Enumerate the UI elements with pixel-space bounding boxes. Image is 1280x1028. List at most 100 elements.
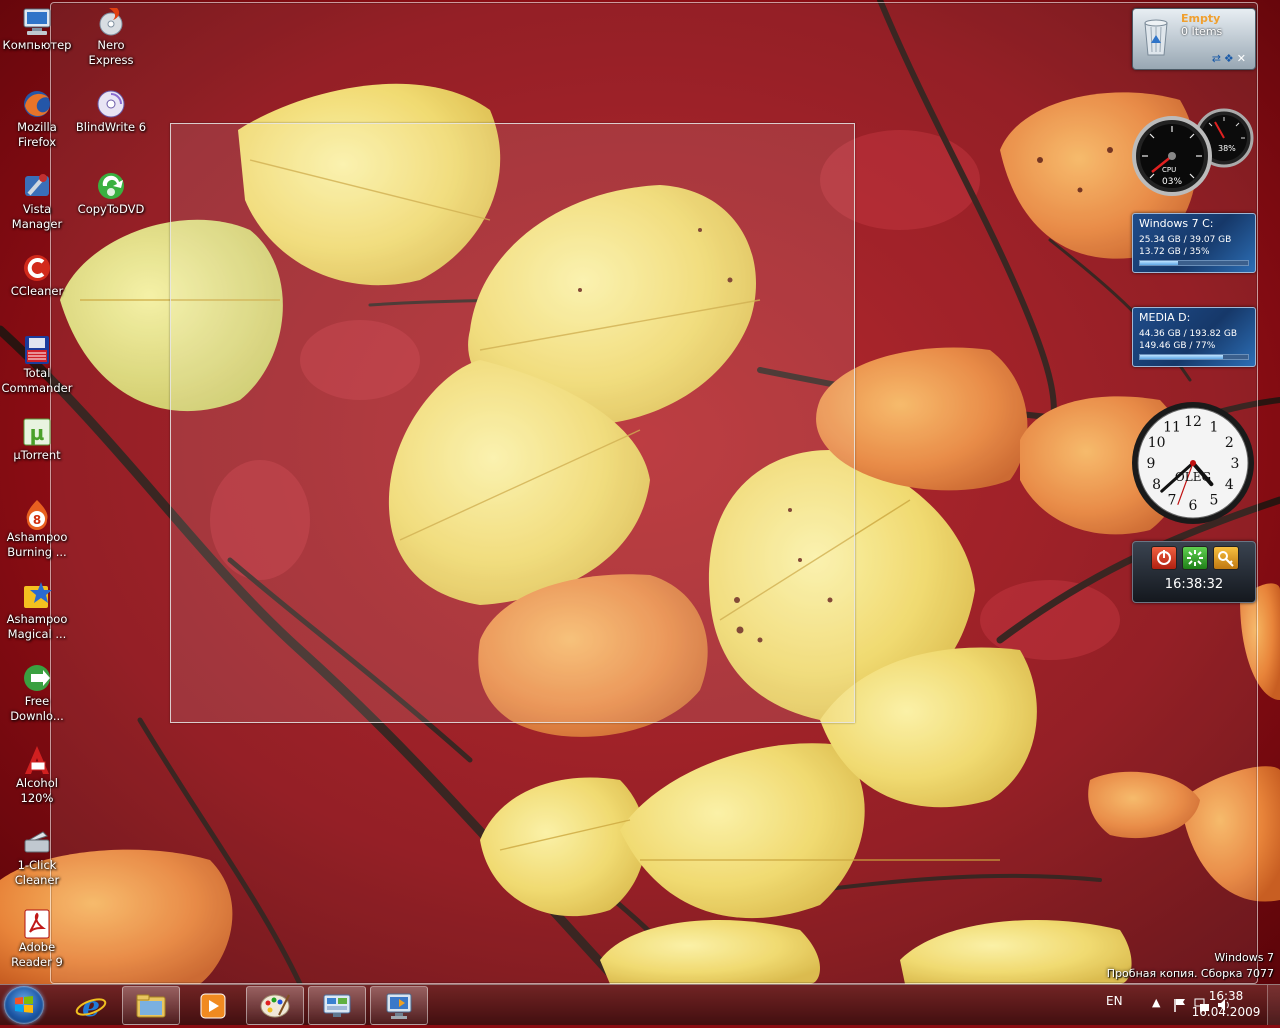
drive-d-name: MEDIA D: — [1139, 311, 1191, 324]
shutdown-gadget[interactable]: 16:38:32 — [1132, 541, 1256, 603]
drive-d-bar — [1139, 354, 1249, 360]
nero-icon — [95, 6, 127, 38]
desktop-icon-label: Nero Express — [88, 38, 134, 67]
alcohol-icon — [21, 744, 53, 776]
desktop-icon-adobe-reader[interactable]: Adobe Reader 9 — [0, 908, 74, 970]
clock-numeral: 10 — [1148, 435, 1166, 451]
lock-icon[interactable] — [1213, 546, 1239, 570]
taskbar-button-explorer[interactable] — [122, 986, 180, 1025]
start-button[interactable] — [4, 986, 44, 1024]
recycle-bin-controls[interactable]: ⇄❖✕ — [1212, 52, 1249, 65]
desktop-icon-nero-express[interactable]: Nero Express — [74, 6, 148, 68]
desktop-icon-label: Ashampoo Magical ... — [6, 612, 68, 641]
cpu-meter-gadget[interactable]: CPU 03% 38% — [1130, 104, 1256, 196]
clock-numeral: 12 — [1184, 414, 1202, 430]
close-icon[interactable]: ✕ — [1237, 52, 1249, 65]
taskbar-clock-date[interactable]: 16.04.2009 — [1186, 1005, 1266, 1019]
recycle-bin-status: Empty — [1181, 12, 1221, 25]
show-desktop-button[interactable] — [1267, 985, 1280, 1025]
watermark-os: Windows 7 — [1214, 951, 1274, 964]
taskbar[interactable]: e EN ▲ 16:38 16.04.2009 — [0, 984, 1280, 1025]
desktop-icon-label: Vista Manager — [11, 202, 63, 231]
drive-c-bar — [1139, 260, 1249, 266]
desktop-icon-alcohol[interactable]: Alcohol 120% — [0, 744, 74, 806]
drive-c-usage: 25.34 GB / 39.07 GB — [1139, 235, 1232, 245]
desktop-icon-ashampoo-burning[interactable]: 8 Ashampoo Burning ... — [0, 498, 74, 560]
clock-numeral: 2 — [1225, 435, 1234, 451]
restart-icon[interactable] — [1182, 546, 1208, 570]
desktop-icon-label: Компьютер — [2, 38, 72, 52]
cpu-value: 03% — [1162, 177, 1183, 187]
desktop-icon-label: CopyToDVD — [77, 202, 145, 216]
taskbar-button-control-panel[interactable] — [308, 986, 366, 1025]
desktop-icon-label: 1-Click Cleaner — [14, 858, 60, 887]
cpu-label: CPU — [1162, 166, 1177, 174]
explorer-folder-icon — [135, 991, 167, 1021]
recycle-bin-count: 0 Items — [1181, 25, 1223, 38]
evaluation-watermark: Windows 7 Пробная копия. Сборка 7077 — [1107, 950, 1274, 982]
desktop-icon-vista-manager[interactable]: Vista Manager — [0, 170, 74, 232]
internet-explorer-icon: e — [75, 990, 107, 1023]
desktop-icon-label: Ashampoo Burning ... — [6, 530, 68, 559]
clock-gadget[interactable]: 12 1 2 3 4 5 6 7 8 9 10 11 OLEG — [1130, 400, 1256, 526]
svg-text:µ: µ — [30, 421, 45, 445]
desktop-icon-firefox[interactable]: Mozilla Firefox — [0, 88, 74, 150]
one-click-cleaner-icon — [21, 826, 53, 858]
desktop-icon-label: Adobe Reader 9 — [11, 940, 63, 969]
taskbar-button-internet-explorer[interactable]: e — [62, 986, 120, 1025]
utorrent-icon: µ — [21, 416, 53, 448]
desktop-icon-blindwrite[interactable]: BlindWrite 6 — [74, 88, 148, 135]
windows-flag-icon[interactable]: ❖ — [1224, 52, 1237, 65]
desktop-icon-ccleaner[interactable]: CCleaner — [0, 252, 74, 299]
selection-rectangle — [170, 123, 855, 723]
firefox-icon — [21, 88, 53, 120]
drive-d-gadget[interactable]: MEDIA D: 44.36 GB / 193.82 GB 149.46 GB … — [1132, 307, 1256, 367]
desktop-icon-computer[interactable]: Компьютер — [0, 6, 74, 53]
taskbar-button-remote-desktop[interactable] — [370, 986, 428, 1025]
desktop-icon-label: CCleaner — [10, 284, 64, 298]
taskbar-button-media-player[interactable] — [184, 986, 242, 1025]
desktop-icon-utorrent[interactable]: µ µTorrent — [0, 416, 74, 463]
recycle-bin-gadget[interactable]: Empty 0 Items ⇄❖✕ — [1132, 8, 1256, 70]
desktop-icon-total-commander[interactable]: Total Commander — [0, 334, 74, 396]
clock-numeral: 7 — [1168, 492, 1177, 508]
computer-icon — [21, 6, 53, 38]
drive-c-gadget[interactable]: Windows 7 C: 25.34 GB / 39.07 GB 13.72 G… — [1132, 213, 1256, 273]
taskbar-button-paint[interactable] — [246, 986, 304, 1025]
paint-icon — [259, 991, 291, 1021]
desktop-icon-label: BlindWrite 6 — [75, 120, 147, 134]
free-download-icon — [21, 662, 53, 694]
svg-text:e: e — [82, 991, 100, 1021]
desktop-icon-copytodvd[interactable]: CopyToDVD — [74, 170, 148, 217]
ccleaner-icon — [21, 252, 53, 284]
clock-numeral: 1 — [1210, 420, 1219, 436]
desktop-icon-free-download[interactable]: Free Downlo... — [0, 662, 74, 724]
desktop-icon-label: Total Commander — [1, 366, 73, 395]
remote-desktop-icon — [383, 991, 415, 1021]
taskbar-clock-time[interactable]: 16:38 — [1186, 989, 1266, 1003]
shutdown-timer: 16:38:32 — [1164, 577, 1224, 592]
language-indicator[interactable]: EN — [1106, 994, 1123, 1008]
windows-logo-icon — [15, 996, 33, 1013]
clock-brand: OLEG — [1174, 470, 1212, 484]
drive-c-free: 13.72 GB / 35% — [1139, 247, 1210, 257]
desktop-icon-label: µTorrent — [13, 448, 61, 462]
desktop-icon-label: Mozilla Firefox — [17, 120, 57, 149]
desktop-icon-one-click-cleaner[interactable]: 1-Click Cleaner — [0, 826, 74, 888]
drive-d-free: 149.46 GB / 77% — [1139, 341, 1216, 351]
recycle-bin-icon — [1143, 17, 1169, 57]
drive-c-name: Windows 7 C: — [1139, 217, 1214, 230]
drive-d-bar-fill — [1140, 355, 1224, 359]
refresh-icon[interactable]: ⇄ — [1212, 52, 1224, 65]
ashampoo-magical-icon — [21, 580, 53, 612]
drive-d-usage: 44.36 GB / 193.82 GB — [1139, 329, 1238, 339]
desktop-icon-ashampoo-magical[interactable]: Ashampoo Magical ... — [0, 580, 74, 642]
copytodvd-icon — [95, 170, 127, 202]
media-player-icon — [197, 991, 229, 1021]
clock-numeral: 6 — [1189, 498, 1198, 514]
shutdown-icon[interactable] — [1151, 546, 1177, 570]
notification-area[interactable]: EN ▲ 16:38 16.04.2009 — [1060, 985, 1280, 1025]
show-hidden-icons-icon[interactable]: ▲ — [1152, 996, 1168, 1012]
desktop[interactable]: Компьютер Mozilla Firefox Vista Manager … — [0, 0, 1280, 984]
desktop-icon-label: Free Downlo... — [10, 694, 64, 723]
